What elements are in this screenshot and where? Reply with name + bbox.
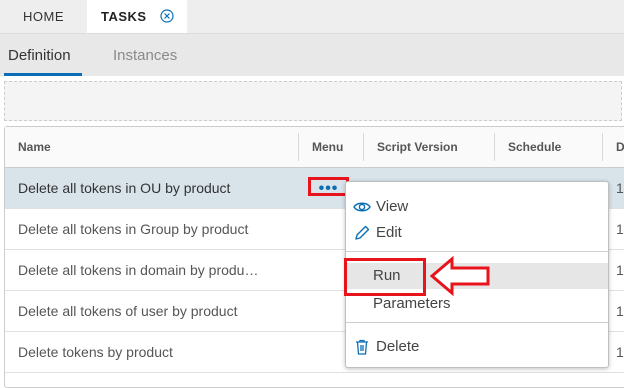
tab-definition[interactable]: Definition <box>8 47 71 64</box>
column-separator[interactable] <box>363 133 364 161</box>
task-name: Delete all tokens in OU by product <box>18 180 231 196</box>
sub-tab-bar: Definition Instances <box>0 34 624 76</box>
column-separator[interactable] <box>298 133 299 161</box>
trash-icon <box>356 339 368 355</box>
column-header-script-version[interactable]: Script Version <box>377 140 458 154</box>
tab-instances[interactable]: Instances <box>113 47 177 64</box>
column-header-menu[interactable]: Menu <box>312 140 343 154</box>
column-header-truncated[interactable]: D <box>616 140 624 154</box>
active-tab-indicator <box>4 73 82 76</box>
menu-item-delete[interactable]: Delete <box>346 334 608 360</box>
task-name: Delete tokens by product <box>18 344 173 360</box>
task-name: Delete all tokens in Group by product <box>18 221 249 237</box>
left-arrow-icon <box>430 256 490 296</box>
eye-icon <box>353 202 371 212</box>
menu-divider <box>346 251 608 252</box>
column-header-schedule[interactable]: Schedule <box>508 140 561 154</box>
more-icon: ••• <box>318 180 339 197</box>
row-truncated-value: 19 <box>616 180 624 196</box>
menu-item-label: View <box>376 198 409 215</box>
toolbar-area <box>4 81 622 121</box>
run-highlight-box <box>344 258 426 296</box>
tab-tasks[interactable]: TASKS <box>87 0 187 33</box>
grid-header: Name Menu Script Version Schedule D <box>5 127 624 168</box>
column-header-name[interactable]: Name <box>18 140 51 154</box>
menu-item-label: Parameters <box>373 295 451 312</box>
row-menu-button[interactable]: ••• <box>308 177 349 197</box>
menu-item-edit[interactable]: Edit <box>346 220 608 246</box>
menu-item-label: Delete <box>376 338 420 355</box>
tab-home[interactable]: HOME <box>0 0 87 33</box>
tab-tasks-label: TASKS <box>101 9 147 24</box>
column-separator[interactable] <box>602 133 603 161</box>
menu-item-view[interactable]: View <box>346 194 608 220</box>
column-separator[interactable] <box>494 133 495 161</box>
task-name: Delete all tokens in domain by produ… <box>18 262 259 278</box>
row-truncated-value: 19 <box>616 303 624 319</box>
pencil-icon <box>355 225 370 240</box>
menu-divider <box>346 322 608 323</box>
row-truncated-value: 19 <box>616 221 624 237</box>
row-truncated-value: 19 <box>616 262 624 278</box>
close-icon[interactable] <box>160 9 174 23</box>
top-tab-bar: HOME TASKS <box>0 0 624 34</box>
row-truncated-value: 19 <box>616 344 624 360</box>
menu-item-label: Edit <box>376 224 402 241</box>
task-name: Delete all tokens of user by product <box>18 303 238 319</box>
